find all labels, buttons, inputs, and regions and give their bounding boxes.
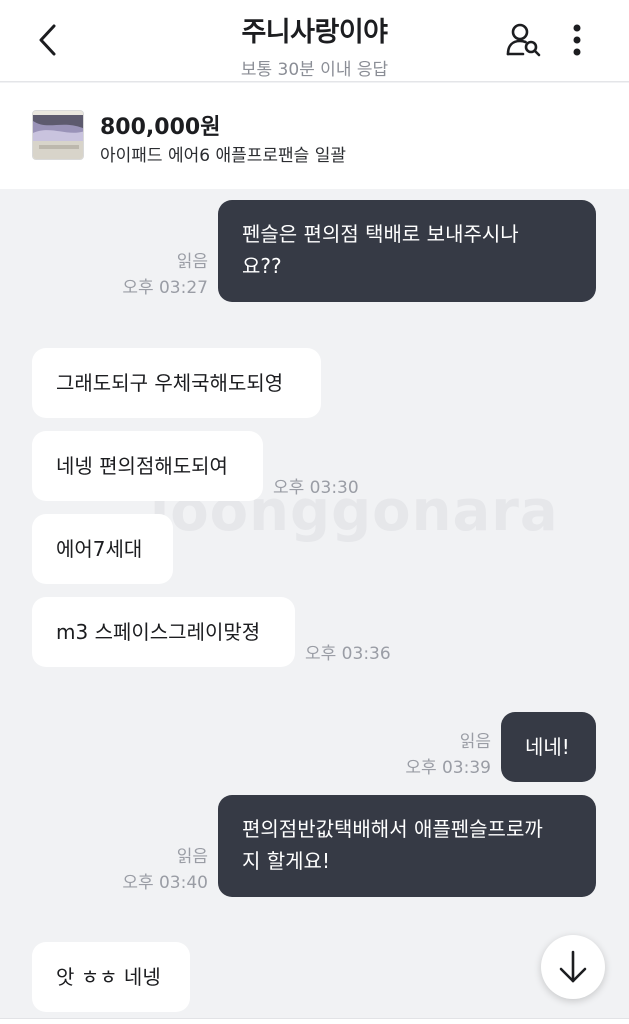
message-text: m3 스페이스그레이맞졍 [56, 620, 261, 644]
message-time: 오후 03:27 [122, 278, 208, 298]
message-bubble-sent[interactable]: 네네! [501, 712, 596, 782]
message-time: 오후 03:39 [405, 758, 491, 778]
chat-header: 주니사랑이야 보통 30분 이내 응답 [0, 0, 629, 82]
product-name: 아이패드 에어6 애플프로팬슬 일괄 [100, 146, 346, 166]
message-text: 앗 ㅎㅎ 네넹 [56, 965, 161, 989]
message-bubble-received[interactable]: 앗 ㅎㅎ 네넹 [32, 942, 190, 1012]
arrow-down-icon [559, 950, 587, 983]
message-bubble-received[interactable]: 에어7세대 [32, 514, 173, 584]
message-bubble-received[interactable]: m3 스페이스그레이맞졍 [32, 597, 295, 667]
message-text: 그래도되구 우체국해도되영 [56, 371, 284, 395]
message-meta: 읽음 오후 03:27 [100, 249, 208, 301]
product-price: 800,000원 [100, 115, 221, 140]
message-bubble-sent[interactable]: 편의점반값택배해서 애플펜슬프로까 지 할게요! [218, 795, 596, 897]
message-bubble-sent[interactable]: 펜슬은 편의점 택배로 보내주시나 요?? [218, 200, 596, 302]
message-meta: 읽음 오후 03:40 [100, 844, 208, 896]
more-options-button[interactable] [562, 20, 592, 60]
more-vertical-icon [573, 24, 581, 56]
chat-message-list[interactable]: joonggonara 읽음 오후 03:27 펜슬은 편의점 택배로 보내주시… [0, 189, 629, 1024]
read-receipt: 읽음 [459, 732, 491, 752]
profile-search-button[interactable] [504, 20, 544, 60]
message-text: 에어7세대 [56, 537, 143, 561]
message-text: 네네! [525, 735, 570, 759]
message-time: 오후 03:40 [122, 873, 208, 893]
message-text-line: 편의점반값택배해서 애플펜슬프로까 [242, 817, 543, 841]
message-meta: 읽음 오후 03:39 [380, 729, 491, 781]
read-receipt: 읽음 [176, 252, 208, 272]
message-text-line: 요?? [242, 254, 282, 278]
scroll-to-bottom-button[interactable] [541, 935, 605, 999]
message-text-line: 지 할게요! [242, 849, 330, 873]
user-search-icon [506, 23, 541, 57]
message-time: 오후 03:36 [305, 644, 391, 664]
input-area-edge [0, 1018, 629, 1024]
read-receipt: 읽음 [176, 847, 208, 867]
product-info-bar[interactable]: 800,000원 아이패드 에어6 애플프로팬슬 일괄 [0, 83, 629, 189]
message-bubble-received[interactable]: 네넹 편의점해도되여 [32, 431, 263, 501]
message-text-line: 펜슬은 편의점 택배로 보내주시나 [242, 222, 519, 246]
message-bubble-received[interactable]: 그래도되구 우체국해도되영 [32, 348, 321, 418]
message-time: 오후 03:30 [273, 478, 359, 498]
message-text: 네넹 편의점해도되여 [56, 454, 228, 478]
product-thumbnail[interactable] [32, 110, 84, 160]
